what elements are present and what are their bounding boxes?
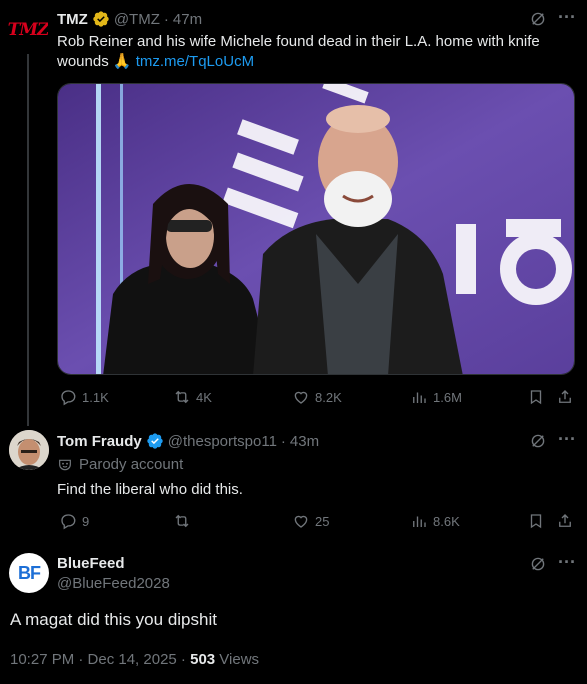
- grok-button[interactable]: [529, 10, 547, 33]
- more-button[interactable]: ···: [558, 429, 576, 450]
- more-button[interactable]: ···: [558, 7, 576, 28]
- like-count: 25: [315, 513, 330, 529]
- tweet1-text: Rob Reiner and his wife Michele found de…: [57, 32, 567, 72]
- media-photo: [58, 84, 574, 374]
- grok-icon: [531, 12, 545, 26]
- bookmark-icon: [530, 514, 542, 529]
- repost-button[interactable]: [173, 512, 196, 530]
- separator-dot: ·: [163, 10, 169, 28]
- tmz-logo: TMZ: [8, 20, 48, 40]
- timestamp-text: 10:27 PM · Dec 14, 2025 ·: [10, 651, 191, 668]
- parody-label: Parody account: [57, 456, 183, 473]
- tweet3-text: A magat did this you dipshit: [10, 610, 217, 629]
- author-handle[interactable]: @TMZ: [114, 11, 160, 28]
- tweet-media[interactable]: [57, 83, 575, 375]
- parody-label-text: Parody account: [79, 456, 184, 473]
- grok-icon: [531, 557, 545, 571]
- repost-icon: [175, 390, 189, 404]
- bookmark-button[interactable]: [527, 512, 545, 535]
- verified-blue-icon: [147, 433, 163, 449]
- tweet1-header: TMZ @TMZ · 47m: [57, 10, 202, 28]
- tmz-avatar[interactable]: TMZ: [8, 10, 48, 50]
- thread-line: [27, 54, 29, 426]
- grok-icon: [531, 434, 545, 448]
- bookmark-button[interactable]: [527, 388, 545, 411]
- reply-icon: [61, 514, 76, 530]
- repost-icon: [175, 514, 189, 528]
- tweet2-header: Tom Fraudy @thesportspo11 · 43m: [57, 432, 319, 450]
- tweet2-text: Find the liberal who did this.: [57, 481, 243, 498]
- separator-dot: ·: [280, 432, 286, 450]
- mask-icon: [59, 459, 71, 470]
- like-button[interactable]: 8.2K: [292, 388, 342, 406]
- reply-count: 1.1K: [82, 389, 109, 405]
- author-name[interactable]: Tom Fraudy: [57, 433, 142, 450]
- author-name[interactable]: BlueFeed: [57, 555, 125, 572]
- share-button[interactable]: [556, 512, 574, 535]
- reply-button[interactable]: 1.1K: [59, 388, 109, 406]
- grok-button[interactable]: [529, 432, 547, 455]
- post-time[interactable]: 47m: [173, 11, 202, 28]
- verified-gold-icon: [93, 11, 109, 27]
- reply-count: 9: [82, 513, 90, 529]
- user-avatar[interactable]: [9, 430, 49, 470]
- post-time[interactable]: 43m: [290, 433, 319, 450]
- views-count: 8.6K: [433, 513, 460, 529]
- tweet-text: Rob Reiner and his wife Michele found de…: [57, 33, 540, 70]
- grok-button[interactable]: [529, 555, 547, 578]
- tweet-timestamp[interactable]: 10:27 PM · Dec 14, 2025 · 503 Views: [10, 651, 259, 668]
- author-handle[interactable]: @BlueFeed2028: [57, 575, 170, 592]
- views-total: 503: [190, 651, 216, 668]
- tweet-link[interactable]: tmz.me/TqLoUcM: [136, 53, 254, 70]
- repost-count: 4K: [196, 389, 212, 405]
- repost-button[interactable]: 4K: [173, 388, 212, 406]
- share-button[interactable]: [556, 388, 574, 411]
- heart-icon: [294, 391, 308, 404]
- bluefeed-logo: BF: [18, 562, 41, 583]
- reply-button[interactable]: 9: [59, 512, 89, 530]
- author-handle[interactable]: @thesportspo11: [168, 433, 277, 450]
- share-icon: [559, 514, 571, 527]
- more-button[interactable]: ···: [558, 552, 576, 573]
- bluefeed-avatar[interactable]: BF: [9, 553, 49, 593]
- reply-icon: [61, 390, 76, 406]
- heart-icon: [294, 515, 308, 528]
- views-icon: [413, 392, 426, 403]
- views-label: Views: [215, 651, 260, 668]
- like-button[interactable]: 25: [292, 512, 329, 530]
- views-icon: [413, 516, 426, 527]
- like-count: 8.2K: [315, 389, 342, 405]
- views-button[interactable]: 8.6K: [410, 512, 460, 530]
- author-name[interactable]: TMZ: [57, 11, 88, 28]
- bookmark-icon: [530, 390, 542, 405]
- share-icon: [559, 390, 571, 403]
- avatar-photo: [9, 430, 49, 470]
- views-button[interactable]: 1.6M: [410, 388, 462, 406]
- views-count: 1.6M: [433, 389, 462, 405]
